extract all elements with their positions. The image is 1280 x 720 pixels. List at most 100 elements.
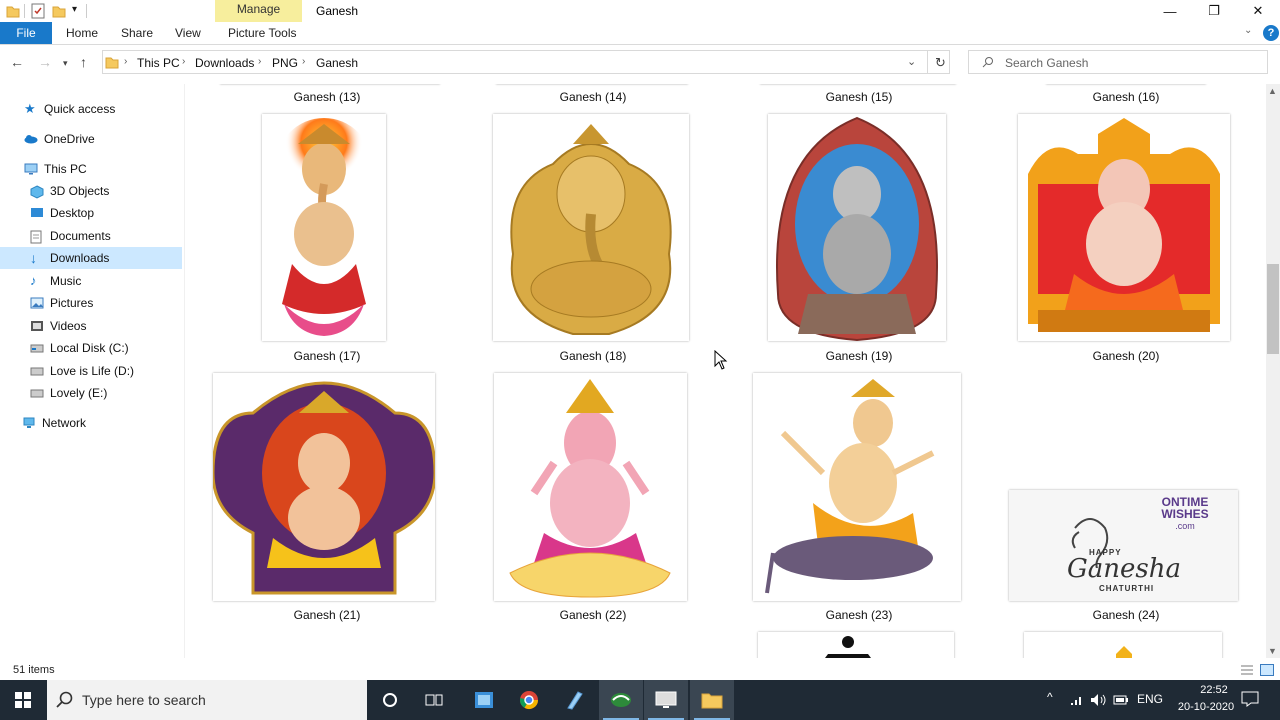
thumbnail-19[interactable] (768, 114, 946, 341)
back-arrow-icon[interactable]: ← (10, 54, 24, 70)
clock-date[interactable]: 20-10-2020 (1170, 701, 1242, 713)
file-label-21[interactable]: Ganesh (21) (227, 608, 427, 622)
sidebar-item-local-disk-c[interactable]: Local Disk (C:) (0, 337, 182, 359)
file-tab[interactable]: File (0, 22, 52, 44)
up-arrow-icon[interactable]: ↑ (80, 54, 87, 70)
recent-locations-icon[interactable]: ▾ (63, 58, 68, 69)
computer-icon (24, 163, 38, 175)
large-icons-view-icon[interactable] (1260, 664, 1274, 676)
breadcrumb-this-pc[interactable]: This PC (137, 56, 180, 70)
file-label-13[interactable]: Ganesh (13) (227, 90, 427, 104)
file-label-23[interactable]: Ganesh (23) (759, 608, 959, 622)
breadcrumb-ganesh[interactable]: Ganesh (316, 56, 358, 70)
tab-home[interactable]: Home (66, 26, 98, 40)
sidebar-item-quick-access[interactable]: ★ Quick access (0, 98, 182, 120)
file-label-15[interactable]: Ganesh (15) (759, 90, 959, 104)
thumbnail-24[interactable]: ONTIME WISHES .com HAPPY Ganesha CHATURT… (1009, 490, 1238, 601)
customize-qa-icon[interactable]: ▾ (72, 4, 77, 15)
sidebar-item-3d-objects[interactable]: 3D Objects (0, 180, 182, 202)
taskbar-app-1[interactable] (462, 680, 506, 720)
thumbnail-23[interactable] (753, 373, 961, 601)
tab-share[interactable]: Share (121, 26, 153, 40)
chevron-right-icon[interactable]: › (124, 56, 127, 67)
sidebar-item-music[interactable]: ♪ Music (0, 270, 182, 292)
sidebar-item-this-pc[interactable]: This PC (0, 158, 182, 180)
thumbnail-20[interactable] (1018, 114, 1230, 341)
file-label-20[interactable]: Ganesh (20) (1026, 349, 1226, 363)
sidebar-item-desktop[interactable]: Desktop (0, 202, 182, 224)
maximize-button[interactable]: ❐ (1192, 0, 1236, 22)
language-indicator[interactable]: ENG (1137, 692, 1163, 706)
sidebar-item-network[interactable]: Network (0, 412, 182, 434)
tab-picture-tools[interactable]: Picture Tools (228, 26, 296, 40)
taskbar-file-explorer[interactable] (690, 680, 734, 720)
thumbnail-27[interactable] (758, 632, 954, 658)
breadcrumb-png[interactable]: PNG (272, 56, 298, 70)
notification-icon[interactable] (1241, 691, 1259, 707)
battery-icon[interactable] (1113, 695, 1129, 705)
minimize-button[interactable]: — (1148, 0, 1192, 22)
tab-view[interactable]: View (175, 26, 201, 40)
taskbar-app-5[interactable] (644, 680, 688, 720)
thumbnail-17[interactable] (262, 114, 386, 341)
vertical-scrollbar[interactable] (1266, 84, 1280, 658)
monitor-icon (655, 691, 677, 708)
file-label-24[interactable]: Ganesh (24) (1026, 608, 1226, 622)
file-label-17[interactable]: Ganesh (17) (227, 349, 427, 363)
divider (86, 4, 87, 18)
file-label-22[interactable]: Ganesh (22) (493, 608, 693, 622)
chevron-right-icon[interactable]: › (302, 56, 305, 67)
desktop-icon (30, 207, 44, 219)
refresh-icon[interactable]: ↻ (935, 55, 946, 71)
sidebar-item-videos[interactable]: Videos (0, 315, 182, 337)
thumbnail-18[interactable] (493, 114, 689, 341)
cloud-icon (24, 133, 38, 145)
window-title: Ganesh (316, 4, 359, 18)
thumbnail-22[interactable] (494, 373, 687, 601)
ganesha-image-19 (768, 114, 946, 341)
manage-tab[interactable]: Manage (215, 2, 302, 16)
new-folder-icon[interactable] (52, 4, 66, 18)
taskbar-app-3[interactable] (552, 680, 596, 720)
forward-arrow-icon[interactable]: → (38, 54, 52, 70)
file-label-18[interactable]: Ganesh (18) (493, 349, 693, 363)
sidebar-item-onedrive[interactable]: OneDrive (0, 128, 182, 150)
breadcrumb-downloads[interactable]: Downloads (195, 56, 254, 70)
chevron-down-icon[interactable]: ⌄ (907, 55, 916, 68)
sidebar-item-downloads[interactable]: ↓ Downloads (0, 247, 182, 269)
sidebar-item-lovely-e[interactable]: Lovely (E:) (0, 382, 182, 404)
sidebar-item-love-is-life-d[interactable]: Love is Life (D:) (0, 360, 182, 382)
close-button[interactable]: ✕ (1236, 0, 1280, 22)
network-icon[interactable] (1070, 694, 1084, 706)
file-label-19[interactable]: Ganesh (19) (759, 349, 959, 363)
chevron-up-icon[interactable]: ^ (1047, 690, 1053, 704)
clock-time[interactable]: 22:52 (1186, 684, 1242, 696)
cube-icon (30, 185, 44, 199)
ganesha-image-21 (213, 373, 435, 601)
task-view-button[interactable] (412, 680, 456, 720)
search-icon (982, 57, 993, 68)
start-button[interactable] (0, 680, 46, 720)
details-view-icon[interactable] (1240, 664, 1254, 676)
chrome-icon (519, 691, 538, 710)
sidebar-item-pictures[interactable]: Pictures (0, 292, 182, 314)
volume-icon[interactable] (1090, 693, 1106, 707)
partial-image (1116, 646, 1132, 658)
chevron-right-icon[interactable]: › (258, 56, 261, 67)
file-label-16[interactable]: Ganesh (16) (1026, 90, 1226, 104)
scroll-up-icon[interactable]: ▲ (1268, 86, 1277, 96)
file-label-14[interactable]: Ganesh (14) (493, 90, 693, 104)
ganesha-text: Ganesha (1067, 554, 1181, 584)
cortana-button[interactable] (368, 680, 412, 720)
thumbnail-28[interactable] (1024, 632, 1222, 658)
sidebar-item-documents[interactable]: Documents (0, 225, 182, 247)
scrollbar-thumb[interactable] (1267, 264, 1279, 354)
chevron-right-icon[interactable]: › (182, 56, 185, 67)
chevron-down-icon[interactable]: ⌄ (1244, 25, 1252, 36)
taskbar-chrome[interactable] (507, 680, 551, 720)
scroll-down-icon[interactable]: ▼ (1268, 646, 1277, 656)
thumbnail-21[interactable] (213, 373, 435, 601)
taskbar-app-4[interactable] (599, 680, 643, 720)
properties-icon[interactable] (31, 3, 45, 19)
help-icon[interactable]: ? (1263, 25, 1279, 41)
